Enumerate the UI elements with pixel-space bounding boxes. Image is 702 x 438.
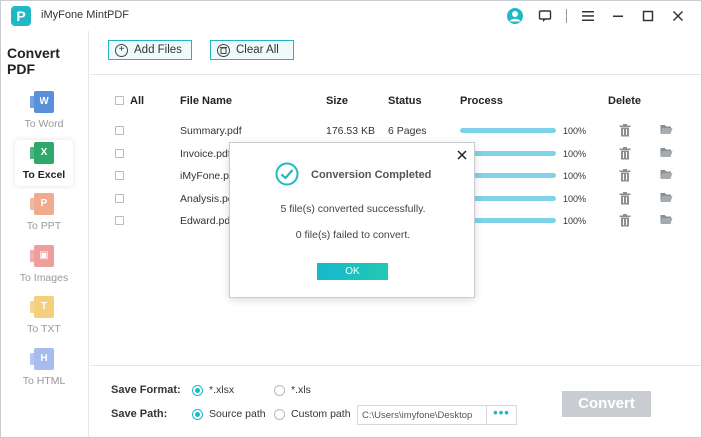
header-size: Size [326, 95, 349, 107]
close-icon[interactable] [663, 5, 693, 27]
progress-bar [460, 128, 556, 133]
progress-percent: 100% [563, 149, 587, 159]
add-files-label: Add Files [134, 44, 182, 56]
sidebar-item-label: To TXT [27, 323, 61, 335]
ok-button[interactable]: OK [317, 263, 388, 280]
open-folder-icon[interactable] [660, 192, 673, 206]
header-file-name: File Name [180, 95, 232, 107]
dialog-title: Conversion Completed [311, 169, 432, 181]
html-icon: H [30, 348, 54, 370]
sidebar-item-label: To Images [19, 272, 69, 284]
header-all: All [130, 95, 145, 107]
source-path-radio[interactable] [192, 409, 203, 420]
delete-icon[interactable] [619, 147, 631, 163]
save-format-label: Save Format: [111, 384, 181, 396]
delete-icon[interactable] [619, 124, 631, 140]
open-folder-icon[interactable] [660, 214, 673, 228]
file-name: iMyFone.pd [180, 170, 235, 182]
custom-path-radio[interactable] [274, 409, 285, 420]
row-checkbox[interactable] [115, 194, 124, 203]
app-window: P iMyFone MintPDF Convert PDF W To Word … [0, 0, 702, 438]
save-path-label: Save Path: [111, 408, 168, 420]
image-icon: ▣ [30, 245, 54, 267]
fail-message: 0 file(s) failed to convert. [295, 229, 411, 241]
sidebar-item-to-excel[interactable]: X To Excel [15, 140, 73, 186]
progress-percent: 100% [563, 194, 587, 204]
format-xls-radio[interactable] [274, 385, 285, 396]
open-folder-icon[interactable] [660, 124, 673, 138]
row-checkbox[interactable] [115, 216, 124, 225]
open-folder-icon[interactable] [660, 147, 673, 161]
conversion-dialog: Conversion Completed 5 file(s) converted… [229, 142, 475, 298]
toolbar: + Add Files Clear All [90, 31, 701, 75]
convert-button[interactable]: Convert [562, 391, 651, 417]
sidebar-title: Convert PDF [7, 45, 60, 77]
sidebar-item-to-word[interactable]: W To Word [15, 89, 73, 135]
output-settings: Save Format: *.xlsx *.xls Save Path: Sou… [90, 365, 701, 437]
sidebar-item-label: To Word [24, 118, 64, 130]
header-process: Process [460, 95, 503, 107]
sidebar-item-to-images[interactable]: ▣ To Images [15, 243, 73, 289]
sidebar-item-to-ppt[interactable]: P To PPT [15, 191, 73, 237]
plus-icon: + [115, 43, 128, 57]
format-xlsx-radio[interactable] [192, 385, 203, 396]
word-icon: W [30, 91, 54, 113]
progress-percent: 100% [563, 126, 587, 136]
sidebar: Convert PDF W To Word X To Excel P To PP… [1, 31, 89, 437]
dialog-close-icon[interactable] [456, 149, 470, 163]
user-icon[interactable] [500, 5, 530, 27]
sidebar-item-to-txt[interactable]: T To TXT [15, 294, 73, 340]
browse-button[interactable]: ••• [487, 405, 517, 425]
source-path-label: Source path [209, 408, 266, 420]
minimize-icon[interactable] [603, 5, 633, 27]
clear-all-label: Clear All [236, 44, 279, 56]
app-logo-icon: P [11, 6, 31, 26]
sidebar-item-label: To PPT [26, 220, 62, 232]
feedback-icon[interactable] [530, 5, 560, 27]
app-title: iMyFone MintPDF [41, 9, 130, 21]
sidebar-item-label: To Excel [22, 169, 66, 181]
sidebar-item-to-html[interactable]: H To HTML [15, 346, 73, 392]
row-checkbox[interactable] [115, 126, 124, 135]
success-check-icon [275, 162, 299, 186]
delete-icon[interactable] [619, 192, 631, 208]
file-name: Invoice.pdf [180, 148, 231, 160]
progress-percent: 100% [563, 171, 587, 181]
format-xlsx-label: *.xlsx [209, 384, 235, 396]
progress-percent: 100% [563, 216, 587, 226]
title-bar: P iMyFone MintPDF [1, 1, 701, 31]
row-checkbox[interactable] [115, 171, 124, 180]
header-status: Status [388, 95, 422, 107]
sidebar-item-label: To HTML [22, 375, 66, 387]
progress-fill [460, 128, 556, 133]
success-message: 5 file(s) converted successfully. [280, 203, 426, 215]
window-controls [500, 5, 693, 27]
format-xls-label: *.xls [291, 384, 311, 396]
menu-icon[interactable] [573, 5, 603, 27]
titlebar-divider [566, 9, 567, 23]
file-name: Edward.pdf [180, 215, 234, 227]
row-checkbox[interactable] [115, 149, 124, 158]
txt-icon: T [30, 296, 54, 318]
maximize-icon[interactable] [633, 5, 663, 27]
table-row: Summary.pdf 176.53 KB 6 Pages 100% [90, 121, 701, 143]
ppt-icon: P [30, 193, 54, 215]
table-header: All File Name Size Status Process Delete [90, 91, 701, 111]
add-files-button[interactable]: + Add Files [108, 40, 192, 60]
delete-icon[interactable] [619, 169, 631, 185]
save-path-input[interactable] [357, 405, 487, 425]
excel-icon: X [30, 142, 54, 164]
file-status: 6 Pages [388, 125, 427, 137]
custom-path-label: Custom path [291, 408, 351, 420]
open-folder-icon[interactable] [660, 169, 673, 183]
file-name: Summary.pdf [180, 125, 242, 137]
delete-icon[interactable] [619, 214, 631, 230]
select-all-checkbox[interactable] [115, 96, 124, 105]
header-delete: Delete [608, 95, 642, 107]
clear-all-button[interactable]: Clear All [210, 40, 294, 60]
trash-icon [217, 43, 230, 57]
file-size: 176.53 KB [326, 125, 376, 137]
